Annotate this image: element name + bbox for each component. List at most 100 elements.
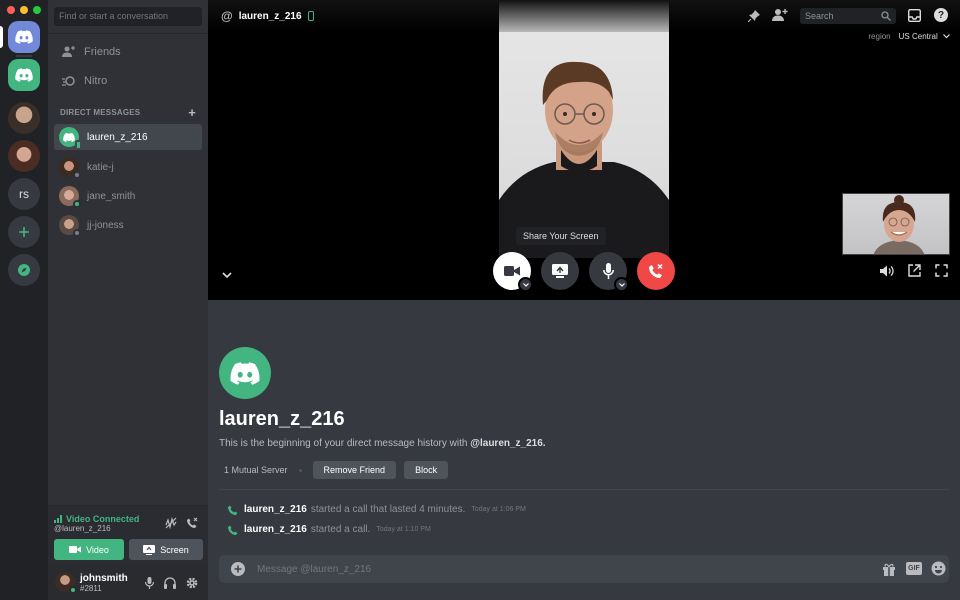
microphone-icon[interactable] — [144, 576, 155, 594]
headphones-icon[interactable] — [164, 576, 176, 594]
camera-options-chevron-icon[interactable] — [518, 277, 533, 292]
add-friend-to-dm-icon[interactable] — [772, 8, 788, 26]
message-timestamp: Today at 1:10 PM — [376, 526, 431, 533]
gif-icon[interactable]: GIF — [906, 562, 922, 575]
find-conversation-input[interactable]: Find or start a conversation — [54, 7, 202, 26]
self-video-preview[interactable] — [842, 193, 950, 255]
remote-video-stream[interactable] — [499, 0, 669, 258]
disconnect-call-icon[interactable] — [186, 516, 198, 534]
avatar — [59, 215, 81, 237]
main-content: @ lauren_z_216 Search ? region US Centra… — [208, 0, 960, 600]
home-button[interactable] — [8, 21, 40, 53]
call-header: @ lauren_z_216 Search ? — [208, 0, 960, 32]
sidebar-item-nitro[interactable]: Nitro — [54, 68, 202, 94]
share-screen-button[interactable]: Screen — [129, 539, 203, 560]
noise-suppression-icon[interactable] — [165, 516, 177, 534]
mobile-status-icon — [75, 140, 82, 150]
rail-active-pill — [0, 26, 3, 48]
message-author[interactable]: lauren_z_216 — [244, 504, 307, 515]
gift-icon[interactable] — [882, 562, 896, 579]
popout-icon[interactable] — [908, 264, 921, 282]
dm-username: lauren_z_216 — [87, 131, 148, 143]
fullscreen-icon[interactable] — [935, 264, 948, 282]
toggle-video-button[interactable]: Video — [54, 539, 124, 560]
discord-app: rs Find or start a conversation Friends … — [0, 0, 960, 600]
screen-button-label: Screen — [160, 544, 189, 555]
avatar — [59, 186, 81, 208]
dm-username: katie-j — [87, 161, 114, 173]
message-composer[interactable]: Message @lauren_z_216 GIF — [219, 555, 949, 583]
microphone-options-chevron-icon[interactable] — [614, 277, 629, 292]
search-icon — [881, 11, 891, 21]
dm-header: DIRECT MESSAGES + — [60, 105, 196, 120]
create-dm-button[interactable]: + — [188, 105, 196, 120]
sidebar-item-label: Friends — [84, 46, 121, 58]
explore-servers-button[interactable] — [8, 254, 40, 286]
upload-plus-icon[interactable] — [231, 562, 245, 576]
voice-status-label: Video Connected — [66, 514, 140, 524]
message-text: started a call. — [310, 524, 371, 535]
dm-item-lauren[interactable]: lauren_z_216 — [54, 124, 202, 150]
call-system-message: lauren_z_216 started a call. Today at 1:… — [219, 524, 431, 535]
server-dm-green[interactable] — [8, 59, 40, 91]
sidebar-item-friends[interactable]: Friends — [54, 39, 202, 65]
minimize-window-dot[interactable] — [20, 6, 28, 14]
server-avatar-man[interactable] — [8, 102, 40, 134]
region-selector[interactable]: region US Central — [868, 32, 950, 41]
discord-logo-icon — [15, 30, 33, 44]
volume-icon[interactable] — [880, 264, 894, 282]
microphone-icon — [602, 263, 614, 279]
pin-icon[interactable] — [747, 9, 761, 27]
dm-history-intro-user: @lauren_z_216. — [470, 438, 546, 449]
add-server-button[interactable] — [8, 216, 40, 248]
emoji-icon[interactable] — [931, 561, 946, 579]
region-label: region — [868, 32, 891, 41]
search-input[interactable]: Search — [800, 8, 896, 24]
user-panel: johnsmith #2811 — [48, 565, 208, 600]
dm-header-label: DIRECT MESSAGES — [60, 108, 141, 117]
server-avatar-woman[interactable] — [8, 140, 40, 172]
video-camera-icon — [69, 546, 82, 553]
screen-share-icon — [552, 264, 568, 278]
message-author[interactable]: lauren_z_216 — [244, 524, 307, 535]
remote-participant-video — [499, 61, 669, 258]
zoom-window-dot[interactable] — [33, 6, 41, 14]
offline-status-icon — [73, 171, 81, 179]
sidebar-item-label: Nitro — [84, 75, 108, 87]
mutual-servers-link[interactable]: 1 Mutual Server — [224, 465, 288, 475]
dm-history-intro-text: This is the beginning of your direct mes… — [219, 438, 471, 449]
dm-item-jj[interactable]: jj-joness — [54, 212, 202, 238]
discord-logo-icon — [15, 68, 33, 82]
region-value: US Central — [898, 32, 938, 41]
screen-share-toggle-button[interactable] — [541, 252, 579, 290]
dm-item-katie[interactable]: katie-j — [54, 154, 202, 180]
camera-toggle-button[interactable] — [493, 252, 533, 292]
dm-item-jane[interactable]: jane_smith — [54, 183, 202, 209]
voice-connection-panel: Video Connected @lauren_z_216 Video Scre… — [48, 505, 208, 565]
remove-friend-button[interactable]: Remove Friend — [312, 461, 397, 479]
server-rail: rs — [0, 0, 48, 600]
help-icon[interactable]: ? — [934, 8, 948, 22]
dm-username: jane_smith — [87, 190, 136, 202]
phone-icon — [228, 525, 238, 535]
gear-icon[interactable] — [186, 576, 198, 594]
at-icon: @ — [221, 9, 233, 23]
server-rs-label: rs — [19, 187, 29, 201]
voice-channel-name[interactable]: @lauren_z_216 — [54, 524, 111, 533]
user-avatar[interactable] — [55, 572, 77, 594]
call-system-message: lauren_z_216 started a call that lasted … — [219, 504, 526, 515]
screen-share-icon — [143, 544, 156, 555]
inbox-icon[interactable] — [907, 8, 922, 27]
collapse-chevron-icon[interactable] — [222, 266, 232, 284]
plus-icon — [19, 227, 29, 237]
sidebar-divider — [48, 33, 208, 34]
rail-separator — [16, 55, 32, 57]
microphone-toggle-button[interactable] — [589, 252, 629, 292]
server-rs[interactable]: rs — [8, 178, 40, 210]
disconnect-call-button[interactable] — [637, 252, 675, 290]
block-button[interactable]: Block — [404, 461, 449, 479]
video-button-label: Video — [86, 544, 109, 555]
message-divider — [219, 489, 949, 490]
close-window-dot[interactable] — [7, 6, 15, 14]
online-status-icon — [73, 200, 81, 208]
